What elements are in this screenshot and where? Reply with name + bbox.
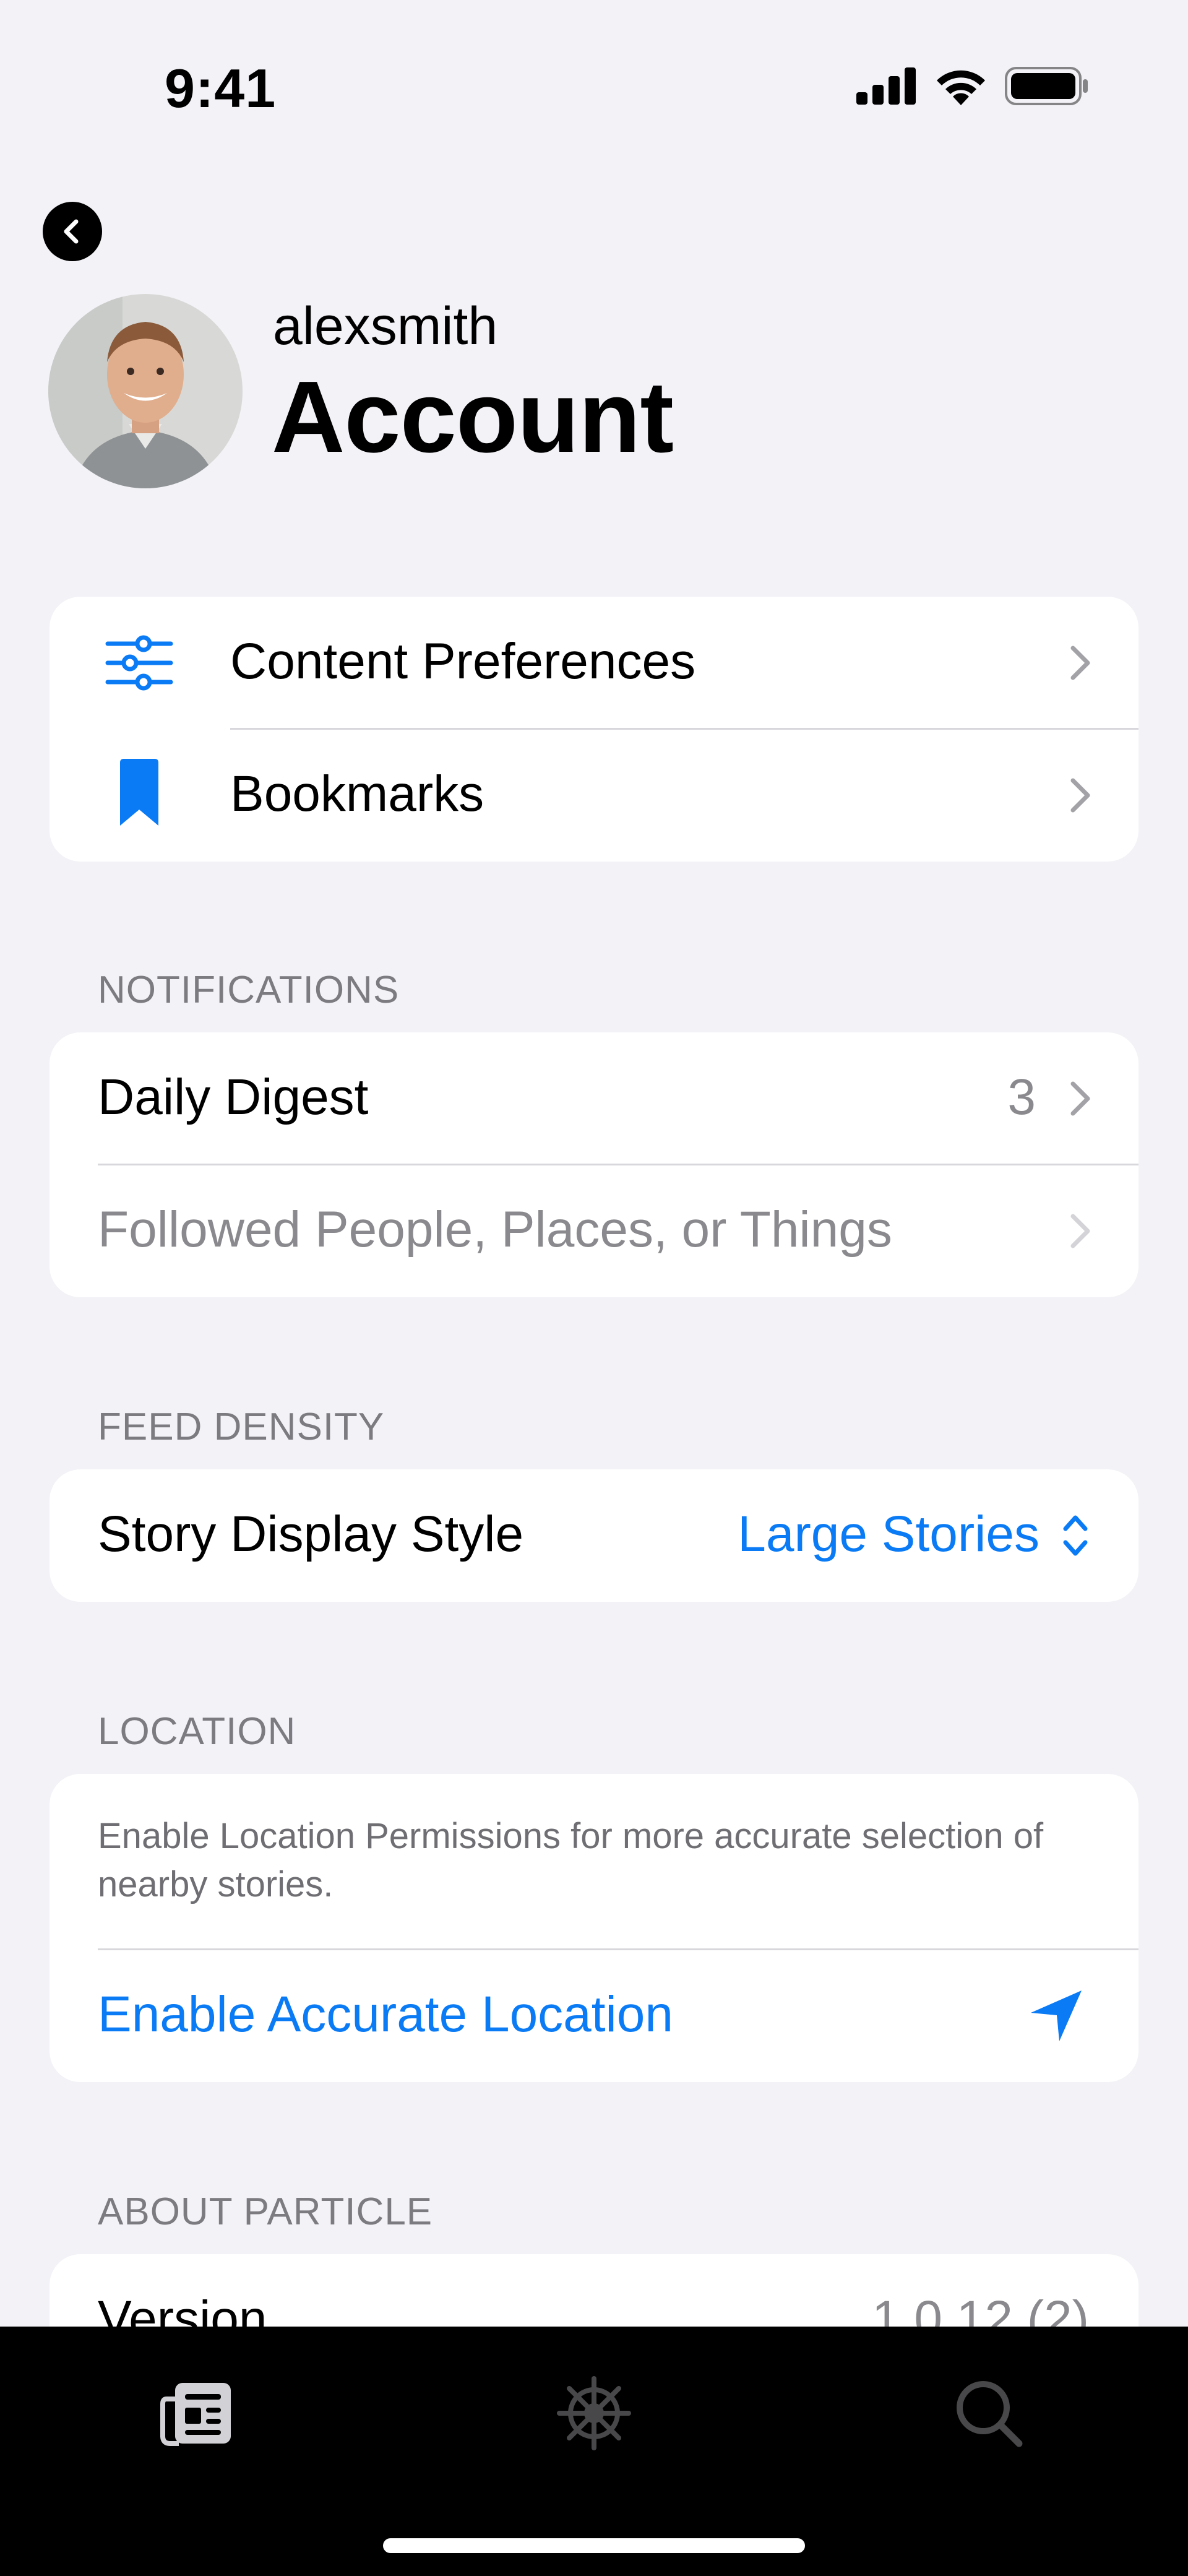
story-display-style-row[interactable]: Story Display Style Large Stories — [50, 1469, 1138, 1602]
bookmark-icon — [120, 759, 158, 826]
notification-daily-digest[interactable]: Daily Digest 3 — [50, 1032, 1138, 1165]
chevron-up-down-icon — [1063, 1515, 1088, 1556]
avatar[interactable] — [48, 294, 243, 488]
ship-wheel-icon — [557, 2376, 631, 2450]
section-header-location: LOCATION — [98, 1710, 296, 1753]
chevron-right-icon — [1070, 1214, 1090, 1248]
row-label: Story Display Style — [98, 1506, 524, 1562]
username: alexsmith — [273, 296, 498, 356]
menu-item-label: Bookmarks — [230, 766, 484, 822]
menu-item-content-preferences[interactable]: Content Preferences — [50, 597, 1138, 729]
wifi-icon — [937, 70, 985, 105]
section-header-feed-density: FEED DENSITY — [98, 1406, 385, 1448]
menu-item-bookmarks[interactable]: Bookmarks — [50, 729, 1138, 862]
notification-followed[interactable]: Followed People, Places, or Things — [50, 1165, 1138, 1297]
location-card: Enable Location Permissions for more acc… — [50, 1774, 1138, 2082]
sliders-icon — [105, 635, 173, 691]
location-arrow-icon — [1031, 1990, 1082, 2041]
chevron-right-icon — [1070, 646, 1090, 680]
daily-digest-value: 3 — [1007, 1069, 1036, 1125]
enable-location-row[interactable]: Enable Accurate Location — [50, 1950, 1138, 2082]
feed-density-card: Story Display Style Large Stories — [50, 1469, 1138, 1602]
row-label: Followed People, Places, or Things — [98, 1201, 892, 1258]
page-title: Account — [272, 360, 674, 473]
story-display-style-value[interactable]: Large Stories — [738, 1505, 1040, 1563]
chevron-left-icon — [64, 219, 79, 244]
home-indicator — [383, 2538, 805, 2553]
battery-icon — [1005, 67, 1088, 105]
chevron-right-icon — [1070, 1081, 1090, 1116]
status-icons — [856, 67, 1089, 105]
back-button[interactable] — [43, 202, 102, 261]
location-description: Enable Location Permissions for more acc… — [98, 1816, 1044, 1904]
user-photo — [48, 294, 243, 488]
tab-news[interactable] — [157, 2373, 237, 2453]
section-header-notifications: NOTIFICATIONS — [98, 969, 400, 1011]
tab-bar — [0, 2327, 1188, 2576]
section-header-about: ABOUT PARTICLE — [98, 2190, 433, 2233]
search-icon — [957, 2381, 1023, 2447]
menu-item-label: Content Preferences — [230, 633, 696, 689]
enable-accurate-location-link[interactable]: Enable Accurate Location — [98, 1986, 673, 2044]
chevron-right-icon — [1070, 778, 1090, 813]
menu-card: Content Preferences Bookmarks — [50, 597, 1138, 862]
notifications-card: Daily Digest 3 Followed People, Places, … — [50, 1032, 1138, 1297]
status-time: 9:41 — [165, 58, 277, 119]
tab-explore[interactable] — [554, 2373, 634, 2453]
row-label: Daily Digest — [98, 1069, 369, 1125]
tab-search[interactable] — [949, 2373, 1029, 2453]
newspaper-icon — [160, 2383, 231, 2446]
cellular-signal-icon — [856, 67, 916, 105]
